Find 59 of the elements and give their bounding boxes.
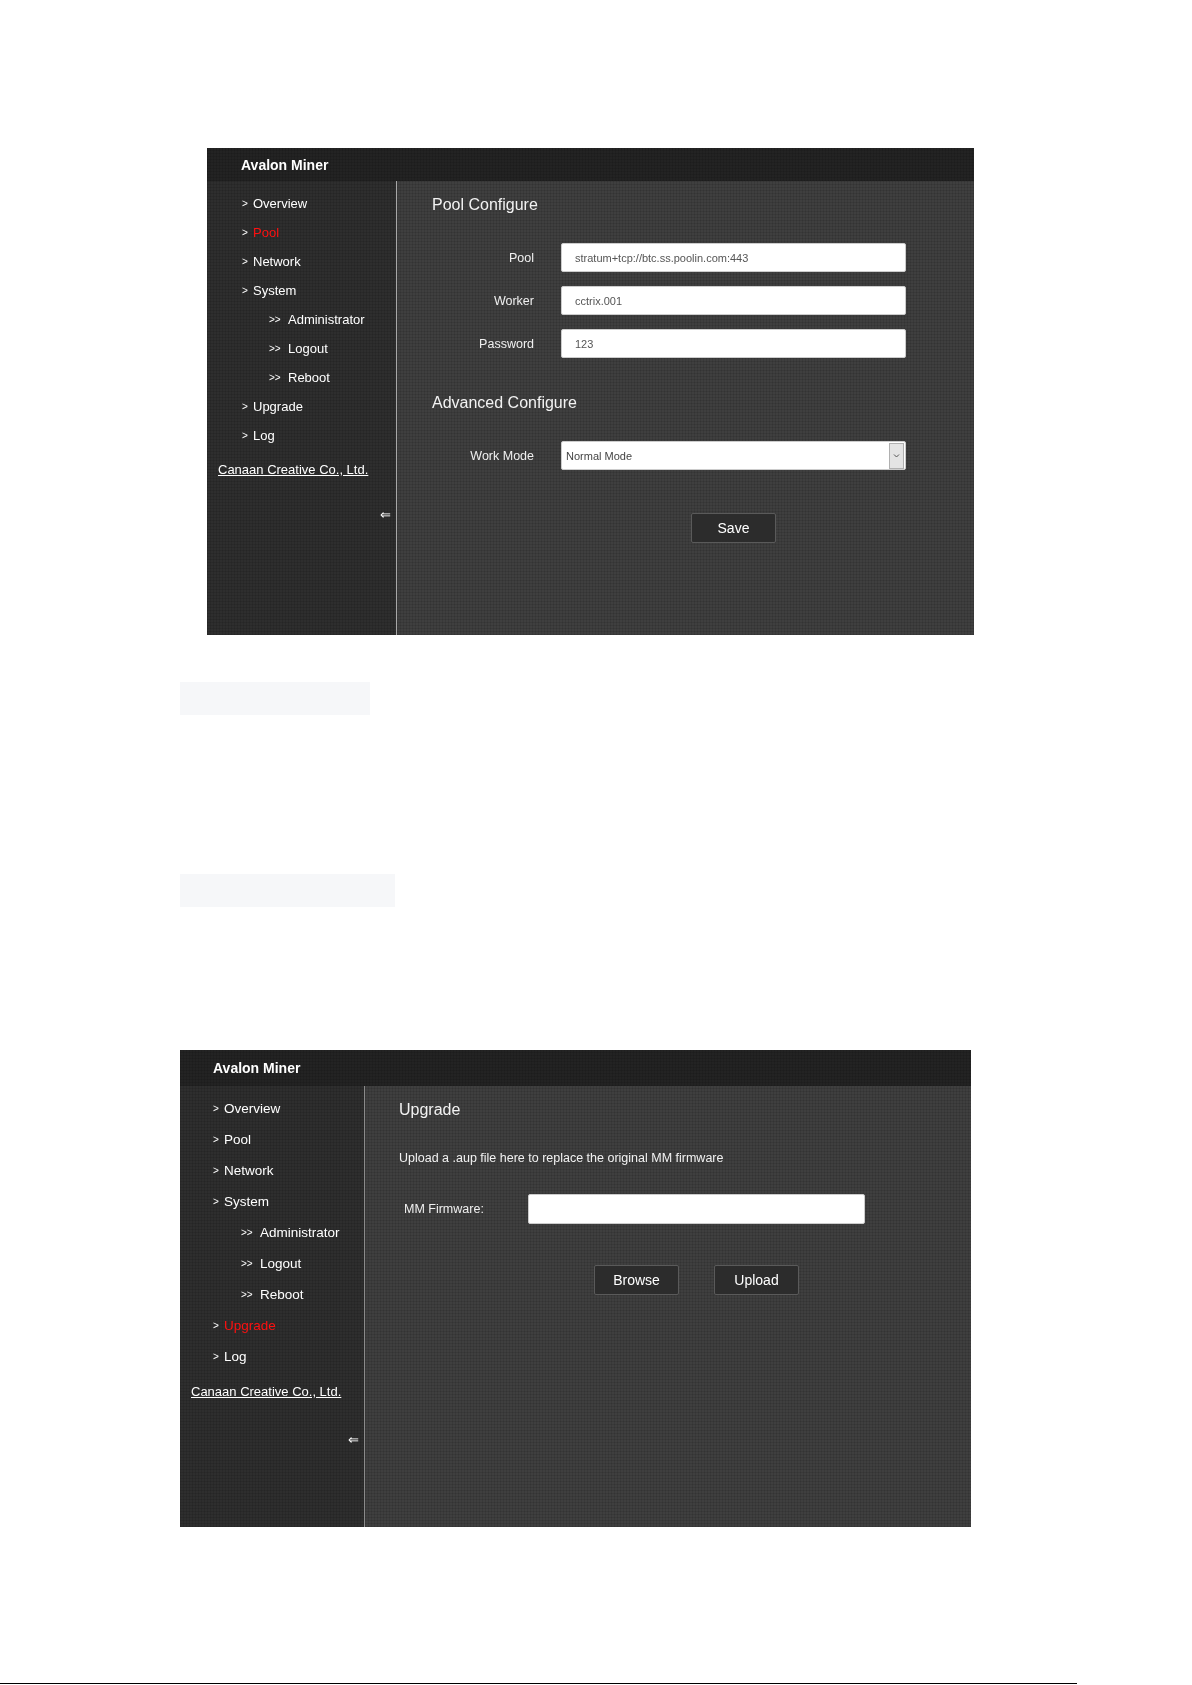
- file-path-field[interactable]: [528, 1194, 865, 1224]
- nav-marker: >: [213, 1103, 220, 1114]
- section-title: Pool Configure: [432, 195, 539, 215]
- collapse-toggle[interactable]: ⇐: [380, 507, 391, 523]
- section-title: Advanced Configure: [432, 393, 578, 413]
- field-label: Worker: [493, 293, 534, 308]
- section-title: Upgrade: [399, 1100, 462, 1120]
- nav-marker: >: [213, 1165, 220, 1176]
- nav-link[interactable]: Pool: [253, 225, 280, 240]
- company-link[interactable]: Canaan Creative Co., Ltd.: [191, 1384, 342, 1400]
- field-label: MM Firmware:: [403, 1202, 484, 1216]
- company-link[interactable]: Canaan Creative Co., Ltd.: [218, 462, 369, 478]
- nav-link[interactable]: Administrator: [260, 1225, 340, 1240]
- dropdown-select[interactable]: Normal Mode: [561, 441, 906, 470]
- nav-link[interactable]: Administrator: [288, 312, 365, 327]
- text-input-field[interactable]: 123: [561, 329, 906, 358]
- nav-link[interactable]: Overview: [224, 1101, 281, 1116]
- nav-link[interactable]: Logout: [288, 341, 328, 356]
- action-button[interactable]: Save: [691, 513, 776, 543]
- nav-link[interactable]: Pool: [224, 1132, 252, 1147]
- nav-marker: >: [213, 1320, 220, 1331]
- nav-link[interactable]: Reboot: [288, 370, 330, 385]
- text-input-field[interactable]: stratum+tcp://btc.ss.poolin.com:443: [561, 243, 906, 272]
- nav-link[interactable]: System: [253, 283, 297, 298]
- nav-marker: >: [242, 256, 249, 267]
- nav-marker: >>: [269, 343, 282, 354]
- field-label: Password: [479, 336, 534, 351]
- nav-marker: >>: [269, 314, 282, 325]
- action-button[interactable]: Upload: [714, 1265, 799, 1295]
- nav-link[interactable]: Log: [224, 1349, 247, 1364]
- app-title: Avalon Miner: [241, 156, 329, 173]
- nav-marker: >: [242, 430, 249, 441]
- description-text: Upload a .aup file here to replace the original MM firmware: [399, 1150, 725, 1166]
- nav-marker: >: [242, 285, 249, 296]
- nav-marker: >: [213, 1351, 220, 1362]
- nav-link[interactable]: Overview: [253, 196, 308, 211]
- nav-link[interactable]: Reboot: [260, 1287, 304, 1302]
- nav-marker: >>: [241, 1227, 254, 1238]
- nav-marker: >: [242, 401, 249, 412]
- text-input-field[interactable]: cctrix.001: [561, 286, 906, 315]
- nav-marker: >>: [241, 1258, 254, 1269]
- nav-link[interactable]: Log: [253, 428, 275, 443]
- app-title: Avalon Miner: [213, 1060, 301, 1076]
- chevron-down-icon: [889, 442, 904, 469]
- nav-marker: >: [213, 1134, 220, 1145]
- nav-marker: >: [213, 1196, 220, 1207]
- nav-link[interactable]: Upgrade: [253, 399, 303, 414]
- nav-marker: >>: [241, 1289, 254, 1300]
- collapse-toggle[interactable]: ⇐: [348, 1432, 359, 1448]
- nav-link[interactable]: Network: [253, 254, 301, 269]
- field-label: Pool: [508, 250, 534, 265]
- field-label: Work Mode: [470, 448, 534, 463]
- nav-marker: >: [242, 227, 249, 238]
- nav-link[interactable]: Network: [224, 1163, 274, 1178]
- nav-link[interactable]: Logout: [260, 1256, 302, 1271]
- action-button[interactable]: Browse: [594, 1265, 679, 1295]
- nav-marker: >: [242, 198, 249, 209]
- nav-link[interactable]: System: [224, 1194, 269, 1209]
- nav-marker: >>: [269, 372, 282, 383]
